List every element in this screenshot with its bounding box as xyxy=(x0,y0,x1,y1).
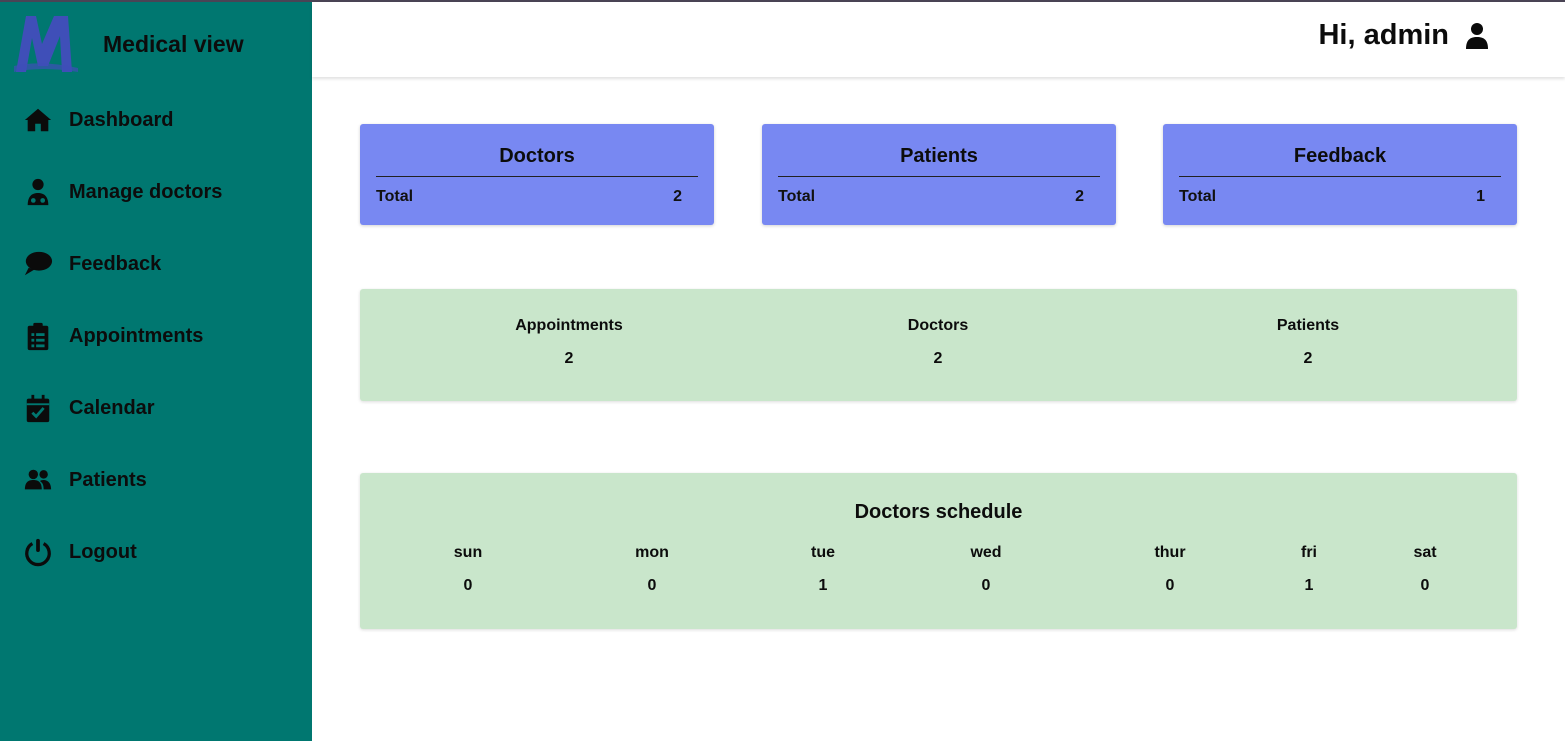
card-total-label: Total xyxy=(778,188,816,205)
day-label: tue xyxy=(811,544,835,561)
card-total-value: 2 xyxy=(673,188,682,205)
doctors-card: Doctors Total 2 xyxy=(360,124,714,225)
summary-patients: Patients 2 xyxy=(1208,317,1408,368)
card-divider xyxy=(778,176,1100,177)
greeting: Hi, admin xyxy=(1318,19,1449,51)
doctors-schedule-panel: Doctors schedule sun 0 mon 0 tue 1 wed 0… xyxy=(360,473,1517,629)
sidebar-item-label: Dashboard xyxy=(69,108,174,131)
summary-label: Doctors xyxy=(907,317,969,334)
home-icon xyxy=(22,104,54,136)
schedule-day-thur: thur 0 xyxy=(1120,544,1220,595)
day-value: 0 xyxy=(647,577,657,594)
day-value: 0 xyxy=(1420,577,1430,594)
sidebar-nav: Dashboard Manage doctors Feedback Appoin… xyxy=(0,84,312,588)
top-bar: Hi, admin xyxy=(312,2,1565,77)
day-label: wed xyxy=(970,544,1002,561)
sidebar-item-manage-doctors[interactable]: Manage doctors xyxy=(0,156,312,228)
users-icon xyxy=(22,464,54,496)
clipboard-list-icon xyxy=(22,320,54,352)
schedule-day-wed: wed 0 xyxy=(936,544,1036,595)
schedule-day-fri: fri 1 xyxy=(1259,544,1359,595)
card-divider xyxy=(376,176,698,177)
sidebar-item-label: Patients xyxy=(69,468,147,491)
sidebar-item-label: Calendar xyxy=(69,396,155,419)
summary-panel: Appointments 2 Doctors 2 Patients 2 xyxy=(360,289,1517,401)
summary-label: Appointments xyxy=(515,317,623,334)
card-total-label: Total xyxy=(1179,188,1217,205)
medical-logo-icon xyxy=(14,16,78,72)
sidebar-item-dashboard[interactable]: Dashboard xyxy=(0,84,312,156)
patients-card: Patients Total 2 xyxy=(762,124,1116,225)
sidebar-item-logout[interactable]: Logout xyxy=(0,516,312,588)
feedback-card: Feedback Total 1 xyxy=(1163,124,1517,225)
sidebar-item-patients[interactable]: Patients xyxy=(0,444,312,516)
summary-doctors: Doctors 2 xyxy=(838,317,1038,368)
sidebar-item-label: Appointments xyxy=(69,324,204,347)
schedule-day-tue: tue 1 xyxy=(773,544,873,595)
sidebar-item-feedback[interactable]: Feedback xyxy=(0,228,312,300)
day-label: sun xyxy=(453,544,483,561)
card-title: Doctors xyxy=(499,145,575,167)
day-label: mon xyxy=(635,544,669,561)
app-title: Medical view xyxy=(103,31,244,57)
day-value: 1 xyxy=(818,577,828,594)
day-value: 1 xyxy=(1304,577,1314,594)
sidebar: Medical view Dashboard Manage doctors Fe… xyxy=(0,2,312,741)
doctor-icon xyxy=(22,176,54,208)
day-value: 0 xyxy=(1165,577,1175,594)
schedule-day-mon: mon 0 xyxy=(602,544,702,595)
day-label: thur xyxy=(1154,544,1186,561)
summary-appointments: Appointments 2 xyxy=(469,317,669,368)
schedule-day-sat: sat 0 xyxy=(1375,544,1475,595)
summary-label: Patients xyxy=(1276,317,1340,334)
summary-value: 2 xyxy=(933,350,943,367)
summary-value: 2 xyxy=(1303,350,1313,367)
calendar-check-icon xyxy=(22,392,54,424)
sidebar-item-appointments[interactable]: Appointments xyxy=(0,300,312,372)
sidebar-item-label: Logout xyxy=(69,540,137,563)
sidebar-item-label: Manage doctors xyxy=(69,180,223,203)
schedule-title: Doctors schedule xyxy=(854,501,1023,523)
summary-value: 2 xyxy=(564,350,574,367)
sidebar-item-calendar[interactable]: Calendar xyxy=(0,372,312,444)
day-label: sat xyxy=(1413,544,1437,561)
user-icon[interactable] xyxy=(1465,22,1489,50)
card-total-label: Total xyxy=(376,188,414,205)
sidebar-item-label: Feedback xyxy=(69,252,162,275)
card-title: Feedback xyxy=(1293,145,1387,167)
day-label: fri xyxy=(1301,544,1317,561)
day-value: 0 xyxy=(463,577,473,594)
card-title: Patients xyxy=(900,145,978,167)
card-divider xyxy=(1179,176,1501,177)
schedule-day-sun: sun 0 xyxy=(418,544,518,595)
power-icon xyxy=(22,536,54,568)
brand[interactable]: Medical view xyxy=(12,10,302,78)
card-total-value: 1 xyxy=(1476,188,1485,205)
comment-icon xyxy=(22,248,54,280)
card-total-value: 2 xyxy=(1075,188,1084,205)
day-value: 0 xyxy=(981,577,991,594)
